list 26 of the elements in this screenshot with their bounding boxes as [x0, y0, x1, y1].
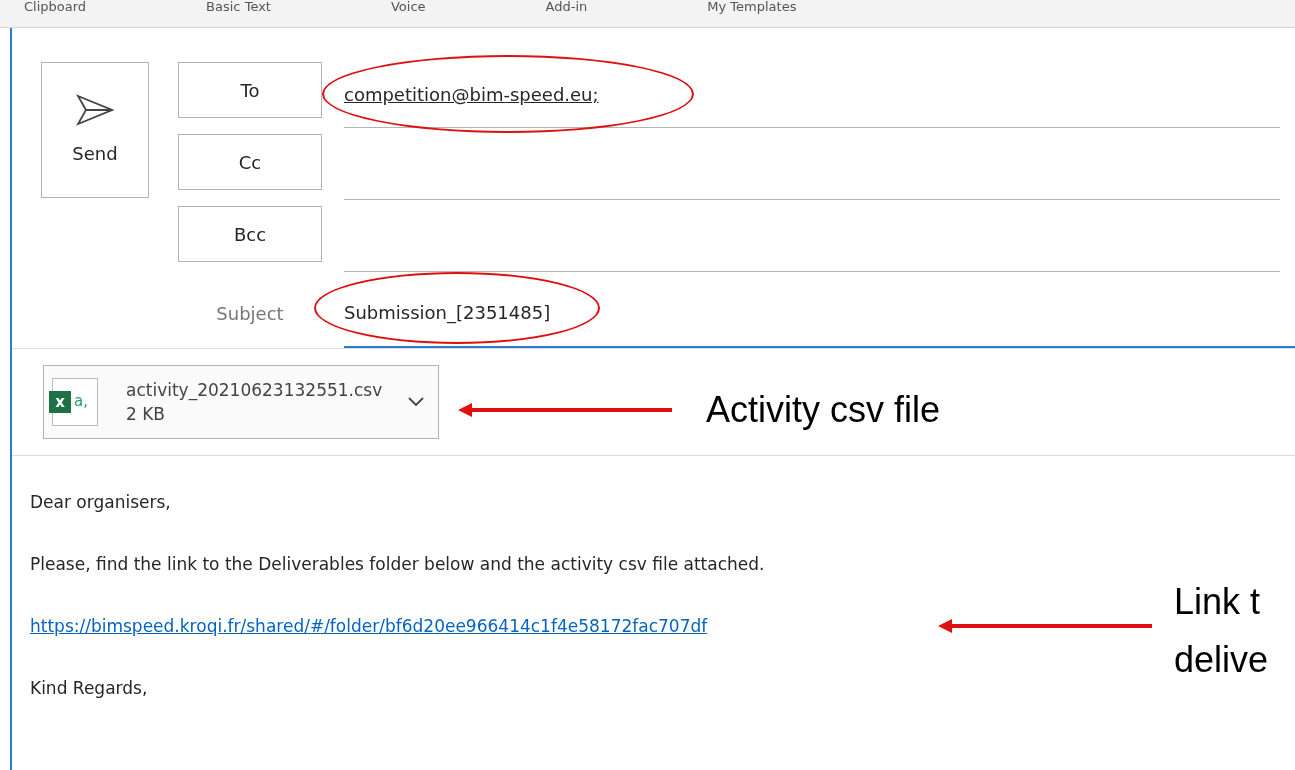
chevron-down-icon	[408, 397, 424, 407]
ribbon-group-label: Add-in	[545, 0, 588, 14]
attachment-name: activity_20210623132551.csv	[126, 379, 383, 402]
attachment-card[interactable]: x a, activity_20210623132551.csv 2 KB	[43, 365, 439, 439]
subject-label: Subject	[215, 301, 285, 326]
body-link[interactable]: https://bimspeed.kroqi.fr/shared/#/folder/bf6d20ee966414c1f4e58172fac707df	[30, 614, 708, 638]
attachment-size: 2 KB	[126, 403, 167, 426]
send-button[interactable]: Send	[41, 62, 149, 198]
body-text: Dear organisers,	[30, 491, 172, 514]
recipient-address: competition@bim-speed.eu;	[344, 83, 599, 107]
ribbon-group-label: My Templates	[707, 0, 797, 14]
recipient-button[interactable]: Cc	[178, 134, 322, 190]
ribbon-group-label: Voice	[390, 0, 426, 14]
ribbon-group-label: Clipboard	[24, 0, 87, 14]
body-text: Kind Regards,	[30, 677, 149, 700]
annotation-label: Activity csv file	[706, 388, 941, 432]
annotation-label: Link t	[1174, 580, 1261, 624]
send-icon	[76, 93, 114, 126]
spreadsheet-file-icon: x a,	[52, 378, 98, 426]
ribbon-group-label: Basic Text	[206, 0, 271, 14]
recipient-field[interactable]: competition@bim-speed.eu;	[344, 62, 1280, 128]
recipient-button[interactable]: To	[178, 62, 322, 118]
subject-field[interactable]: Submission_[2351485]	[344, 278, 1295, 348]
annotation-label: delive	[1174, 638, 1269, 682]
recipient-button[interactable]: Bcc	[178, 206, 322, 262]
body-text: Please, find the link to the Deliverables folder below and the activity csv file attached.	[30, 553, 766, 576]
